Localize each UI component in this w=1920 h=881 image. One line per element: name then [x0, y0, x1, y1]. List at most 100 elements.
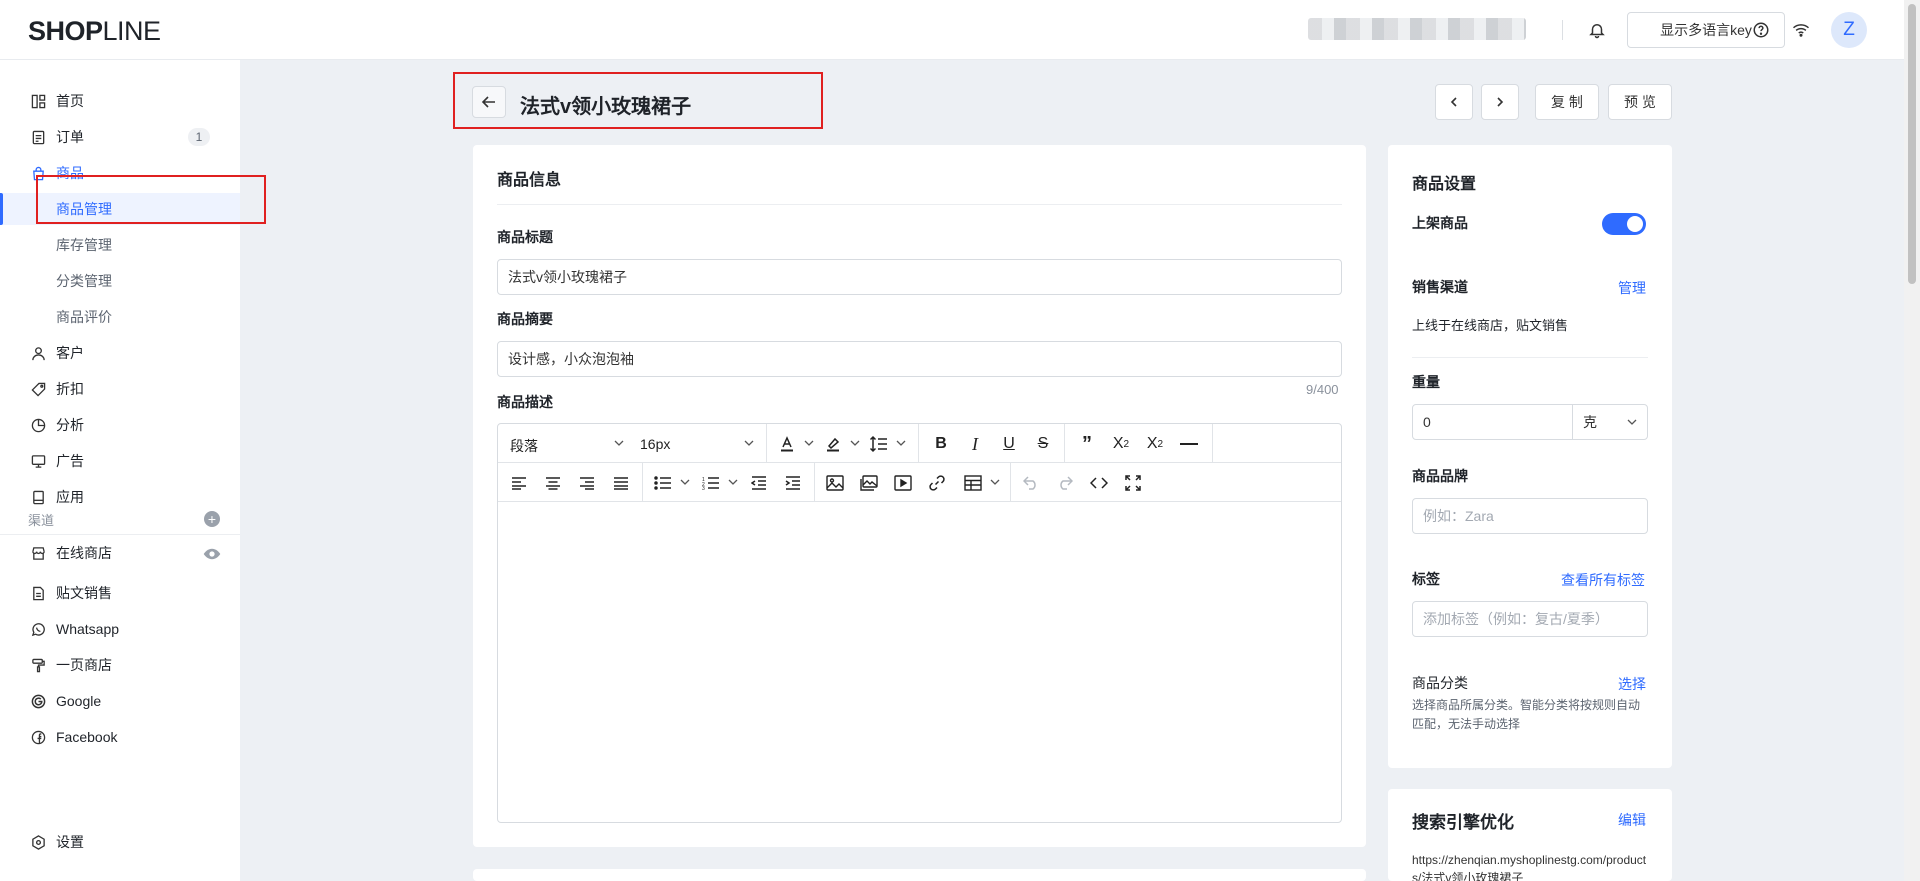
editor-toolbar-row-1: 段落 16px B I U S ” X2 X2: [498, 424, 1341, 463]
underline-icon[interactable]: U: [996, 431, 1022, 457]
scrollbar-thumb[interactable]: [1908, 4, 1916, 284]
next-product-button[interactable]: [1481, 84, 1519, 120]
brand-label: 商品品牌: [1412, 468, 1468, 484]
sidebar-item-whatsapp[interactable]: Whatsapp: [0, 613, 240, 645]
sidebar-item-apps[interactable]: 应用: [0, 481, 240, 513]
align-right-icon[interactable]: [574, 470, 600, 496]
product-description-label: 商品描述: [497, 394, 553, 410]
select-category-link[interactable]: 选择: [1618, 674, 1646, 694]
table-icon[interactable]: [960, 470, 986, 496]
product-summary-input[interactable]: 设计感，小众泡泡袖: [497, 341, 1342, 377]
sidebar-item-inventory[interactable]: 库存管理: [0, 229, 240, 261]
gallery-icon[interactable]: [856, 470, 882, 496]
google-icon: [30, 693, 46, 709]
weight-unit-value: 克: [1583, 414, 1597, 430]
align-center-icon[interactable]: [540, 470, 566, 496]
pie-chart-icon: [30, 417, 46, 433]
tags-input[interactable]: 添加标签（例如：复古/夏季）: [1412, 601, 1648, 637]
editor-content-area[interactable]: [498, 503, 1341, 822]
chevron-down-icon[interactable]: [896, 438, 906, 448]
blurred-store-name: [1308, 18, 1526, 40]
product-title-input[interactable]: 法式v领小玫瑰裙子: [497, 259, 1342, 295]
paint-roller-icon: [30, 657, 46, 673]
preview-button[interactable]: 预 览: [1608, 84, 1672, 120]
indent-icon[interactable]: [780, 470, 806, 496]
svg-text:3: 3: [702, 486, 705, 490]
numbered-list-icon[interactable]: 123: [698, 470, 724, 496]
manage-channels-link[interactable]: 管理: [1618, 278, 1646, 298]
tag-icon: [30, 381, 46, 397]
product-info-title: 商品信息: [497, 172, 562, 189]
back-button[interactable]: [472, 86, 506, 118]
sidebar-item-customers[interactable]: 客户: [0, 337, 240, 369]
publish-toggle[interactable]: [1602, 213, 1646, 235]
sidebar-item-reviews[interactable]: 商品评价: [0, 301, 240, 333]
outdent-icon[interactable]: [746, 470, 772, 496]
user-icon: [30, 345, 46, 361]
superscript-icon[interactable]: X2: [1142, 431, 1168, 457]
brand-input[interactable]: 例如：Zara: [1412, 498, 1648, 534]
tags-label: 标签: [1412, 571, 1440, 587]
orders-count-badge: 1: [188, 128, 210, 146]
settings-icon: [30, 834, 46, 850]
chevron-down-icon[interactable]: [804, 438, 814, 448]
app-icon: [30, 489, 46, 505]
wifi-icon[interactable]: [1787, 16, 1815, 44]
sidebar-item-one-page-store[interactable]: 一页商店: [0, 649, 240, 681]
image-icon[interactable]: [822, 470, 848, 496]
sidebar-item-home[interactable]: 首页: [0, 85, 240, 117]
sidebar-item-orders[interactable]: 订单 1: [0, 121, 240, 153]
sidebar-item-ads[interactable]: 广告: [0, 445, 240, 477]
sidebar-item-post-sales[interactable]: 贴文销售: [0, 577, 240, 609]
redo-icon[interactable]: [1052, 470, 1078, 496]
weight-input[interactable]: 0: [1412, 404, 1573, 440]
previous-product-button[interactable]: [1435, 84, 1473, 120]
weight-label: 重量: [1412, 374, 1440, 390]
sidebar-item-facebook[interactable]: Facebook: [0, 721, 240, 753]
weight-unit-select[interactable]: 克: [1572, 404, 1648, 440]
line-height-icon[interactable]: [866, 431, 892, 457]
view-all-tags-link[interactable]: 查看所有标签: [1561, 570, 1645, 590]
help-icon[interactable]: [1747, 16, 1775, 44]
align-left-icon[interactable]: [506, 470, 532, 496]
highlight-color-icon[interactable]: [820, 431, 846, 457]
bold-icon[interactable]: B: [928, 431, 954, 457]
sidebar-item-settings[interactable]: 设置: [0, 826, 240, 858]
italic-icon[interactable]: I: [962, 431, 988, 457]
video-icon[interactable]: [890, 470, 916, 496]
blockquote-icon[interactable]: ”: [1074, 431, 1100, 457]
code-icon[interactable]: [1086, 470, 1112, 496]
chevron-down-icon[interactable]: [728, 477, 738, 487]
document-icon: [30, 585, 46, 601]
store-icon: [30, 545, 46, 561]
add-channel-icon[interactable]: +: [204, 511, 220, 527]
shopline-logo[interactable]: SHOPLINE: [28, 16, 161, 47]
user-avatar[interactable]: Z: [1831, 12, 1867, 48]
align-justify-icon[interactable]: [608, 470, 634, 496]
order-icon: [30, 129, 46, 145]
bell-icon[interactable]: [1583, 16, 1611, 44]
section-divider: [0, 534, 240, 535]
eye-icon[interactable]: [203, 545, 221, 563]
fullscreen-icon[interactable]: [1120, 470, 1146, 496]
chevron-down-icon: [1627, 419, 1637, 425]
bullet-list-icon[interactable]: [650, 470, 676, 496]
block-format-dropdown[interactable]: 段落: [510, 436, 538, 456]
undo-icon[interactable]: [1018, 470, 1044, 496]
link-icon[interactable]: [924, 470, 950, 496]
horizontal-rule-icon[interactable]: [1176, 431, 1202, 457]
sidebar-item-discounts[interactable]: 折扣: [0, 373, 240, 405]
chevron-down-icon[interactable]: [850, 438, 860, 448]
arrow-left-icon: [481, 96, 495, 108]
sidebar-item-analytics[interactable]: 分析: [0, 409, 240, 441]
seo-edit-link[interactable]: 编辑: [1618, 810, 1646, 830]
chevron-down-icon[interactable]: [680, 477, 690, 487]
subscript-icon[interactable]: X2: [1108, 431, 1134, 457]
sidebar-item-categories[interactable]: 分类管理: [0, 265, 240, 297]
chevron-down-icon[interactable]: [990, 477, 1000, 487]
font-color-icon[interactable]: [774, 431, 800, 457]
font-size-dropdown[interactable]: 16px: [640, 436, 670, 452]
strikethrough-icon[interactable]: S: [1030, 431, 1056, 457]
sidebar-item-google[interactable]: Google: [0, 685, 240, 717]
copy-button[interactable]: 复 制: [1535, 84, 1599, 120]
